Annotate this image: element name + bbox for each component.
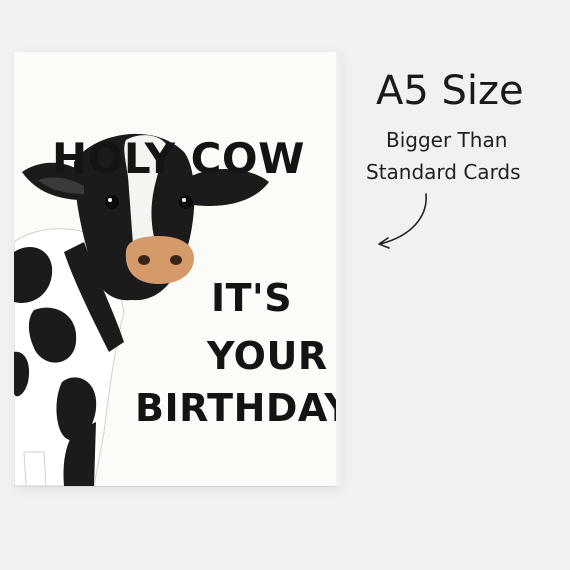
size-subtitle-line2: Standard Cards xyxy=(366,160,521,184)
card-headline: HOLY COW xyxy=(52,134,305,183)
product-image: HOLY COW IT'S YOUR BIRTHDAY A5 Size Bigg… xyxy=(0,0,570,570)
greeting-card: HOLY COW IT'S YOUR BIRTHDAY xyxy=(14,52,336,486)
card-line-birthday: BIRTHDAY xyxy=(135,386,336,430)
size-subtitle-line1: Bigger Than xyxy=(386,128,508,152)
card-line-its: IT'S xyxy=(211,276,293,320)
card-line-your: YOUR xyxy=(207,334,328,378)
size-title: A5 Size xyxy=(376,68,524,114)
curved-arrow-icon xyxy=(378,193,427,249)
